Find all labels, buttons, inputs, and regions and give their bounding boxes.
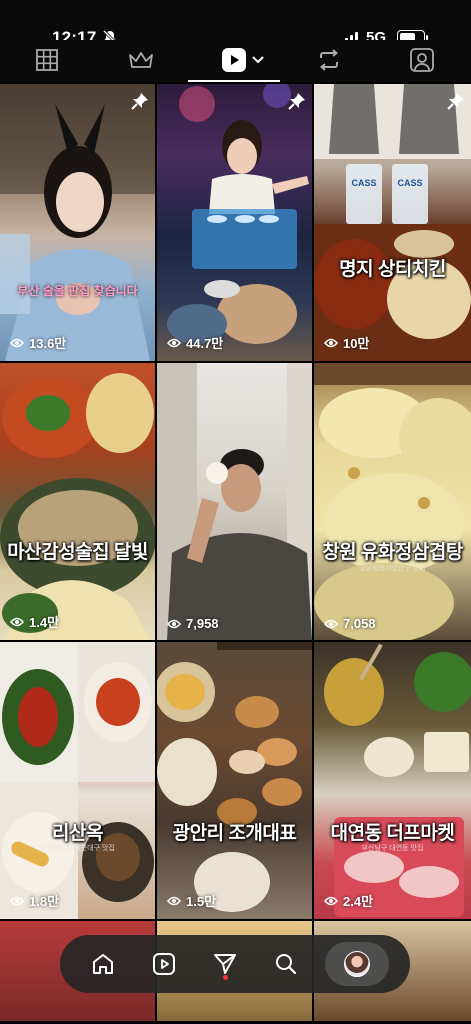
profile-tab[interactable] bbox=[325, 942, 390, 986]
view-count-label: 44.7만 bbox=[186, 336, 224, 351]
reel-title: 마산감성술집 달빛 bbox=[7, 542, 148, 563]
svg-text:CASS: CASS bbox=[397, 178, 422, 188]
reel-tile[interactable]: 7,958 bbox=[157, 363, 312, 640]
messages-tab[interactable] bbox=[203, 942, 247, 986]
reel-title: 명지 상티치킨 bbox=[339, 259, 446, 280]
reel-tile[interactable]: CASS CASS 명지 상티치킨 10만 bbox=[314, 84, 471, 361]
repost-icon bbox=[319, 49, 339, 71]
repost-tab[interactable] bbox=[312, 42, 346, 78]
view-count-label: 1.8만 bbox=[29, 894, 60, 909]
subscriptions-tab[interactable] bbox=[122, 42, 160, 78]
tagged-tab[interactable] bbox=[404, 42, 440, 78]
reels-tab-button[interactable] bbox=[142, 942, 186, 986]
view-count-label: 1.5만 bbox=[186, 894, 217, 909]
reel-tile[interactable]: 마산감성술집 달빛 1.4만 bbox=[0, 363, 155, 640]
search-icon bbox=[276, 954, 297, 975]
reel-caption: 부산광역시 해운대구 맛집 bbox=[40, 845, 115, 852]
home-tab[interactable] bbox=[81, 942, 125, 986]
view-count: 2.4만 bbox=[324, 891, 373, 910]
chevron-down-icon bbox=[252, 56, 264, 64]
eye-icon bbox=[324, 619, 338, 628]
eye-icon bbox=[167, 619, 181, 628]
eye-icon bbox=[10, 617, 24, 626]
reel-thumbnail bbox=[0, 373, 155, 640]
view-count: 44.7만 bbox=[167, 333, 223, 352]
reels-grid: 부산 술을 판집 찾습니다 13.6만 44.7만 CASS CASS 명지 상… bbox=[0, 84, 471, 1021]
eye-icon bbox=[167, 338, 181, 347]
send-icon bbox=[213, 954, 236, 974]
eye-icon bbox=[324, 338, 338, 347]
reel-title: 대연동 더프마켓 bbox=[330, 823, 455, 844]
crown-icon bbox=[129, 52, 153, 68]
reel-caption: 경남창원시성산구 맛집 bbox=[359, 565, 426, 572]
reel-caption: 부산남구 대연동 맛집 bbox=[361, 845, 424, 852]
home-icon bbox=[92, 954, 113, 974]
reel-thumbnail: CASS CASS bbox=[314, 84, 471, 361]
reel-tile[interactable]: 44.7만 bbox=[157, 84, 312, 361]
reel-thumbnail bbox=[314, 363, 471, 640]
eye-icon bbox=[324, 896, 338, 905]
reel-thumbnail bbox=[157, 642, 312, 912]
search-tab[interactable] bbox=[264, 942, 308, 986]
pin-icon bbox=[288, 93, 305, 110]
bottom-tab-bar bbox=[60, 935, 410, 993]
reel-tile[interactable]: 광안리 조개대표 1.5만 bbox=[157, 642, 312, 919]
pin-icon bbox=[447, 93, 464, 110]
reel-thumbnail bbox=[167, 84, 309, 344]
status-bar: 12:17 5G bbox=[0, 0, 471, 47]
view-count-label: 7,958 bbox=[186, 616, 219, 631]
view-count: 1.5만 bbox=[167, 891, 216, 910]
reel-thumbnail bbox=[324, 643, 471, 917]
eye-icon bbox=[10, 338, 24, 347]
eye-icon bbox=[167, 896, 181, 905]
svg-text:CASS: CASS bbox=[351, 178, 376, 188]
reel-thumbnail bbox=[157, 363, 312, 640]
view-count-label: 13.6만 bbox=[29, 336, 67, 351]
notification-dot bbox=[222, 975, 228, 980]
reel-subtitle: 부산 술을 판집 찾습니다 bbox=[17, 284, 138, 298]
grid-tab[interactable] bbox=[30, 42, 64, 78]
view-count: 10만 bbox=[324, 333, 369, 352]
reel-tile[interactable]: 창원 유화정삼겹탕 경남창원시성산구 맛집 7,058 bbox=[314, 363, 471, 640]
reel-tile[interactable]: 리산옥 부산광역시 해운대구 맛집 1.8만 bbox=[0, 642, 155, 919]
profile-avatar bbox=[344, 951, 371, 977]
reels-tab-icon bbox=[152, 953, 175, 975]
reel-title: 광안리 조개대표 bbox=[172, 823, 297, 844]
eye-icon bbox=[10, 896, 24, 905]
view-count: 1.8만 bbox=[10, 891, 59, 910]
active-tab-indicator bbox=[188, 80, 280, 82]
grid-icon bbox=[36, 49, 58, 71]
tagged-icon bbox=[410, 48, 434, 72]
reel-tile[interactable]: 부산 술을 판집 찾습니다 13.6만 bbox=[0, 84, 155, 361]
view-count-label: 10만 bbox=[343, 336, 370, 351]
pin-icon bbox=[131, 93, 148, 110]
profile-content-tabs bbox=[0, 40, 471, 82]
view-count-label: 2.4만 bbox=[343, 894, 374, 909]
view-count: 1.4만 bbox=[10, 612, 59, 631]
reel-thumbnail bbox=[0, 642, 155, 919]
reel-title: 창원 유화정삼겹탕 bbox=[322, 542, 463, 563]
view-count: 7,958 bbox=[167, 616, 219, 631]
reels-icon bbox=[222, 48, 246, 72]
reel-tile[interactable]: 대연동 더프마켓 부산남구 대연동 맛집 2.4만 bbox=[314, 642, 471, 919]
reels-tab[interactable] bbox=[216, 42, 270, 78]
reel-thumbnail bbox=[0, 84, 155, 361]
view-count-label: 7,058 bbox=[343, 616, 376, 631]
view-count: 13.6만 bbox=[10, 333, 66, 352]
reel-title: 리산옥 bbox=[52, 823, 103, 844]
view-count: 7,058 bbox=[324, 616, 376, 631]
view-count-label: 1.4만 bbox=[29, 615, 60, 630]
